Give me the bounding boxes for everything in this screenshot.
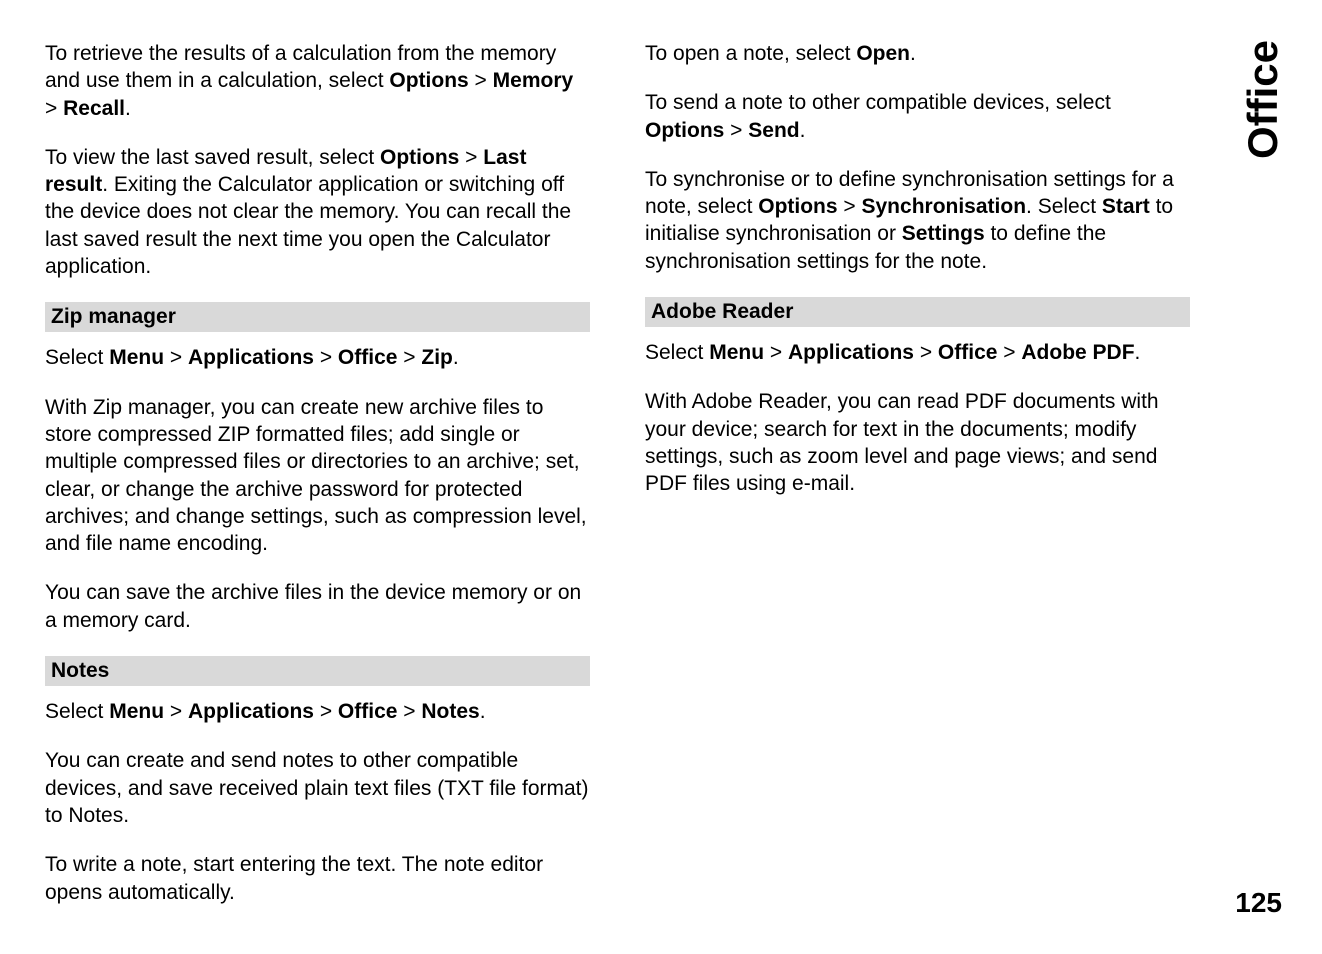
text: > bbox=[724, 119, 748, 142]
calculator-recall-paragraph: To retrieve the results of a calculation… bbox=[45, 40, 590, 122]
zip-label: Zip bbox=[421, 346, 453, 369]
text: . bbox=[453, 346, 459, 369]
menu-label: Menu bbox=[109, 700, 164, 723]
notes-select-paragraph: Select Menu > Applications > Office > No… bbox=[45, 698, 590, 725]
zip-save-paragraph: You can save the archive files in the de… bbox=[45, 579, 590, 634]
text: Select bbox=[645, 341, 709, 364]
options-label: Options bbox=[380, 146, 459, 169]
text: Select bbox=[45, 700, 109, 723]
right-column: To open a note, select Open. To send a n… bbox=[645, 40, 1190, 928]
applications-label: Applications bbox=[788, 341, 914, 364]
text: > bbox=[469, 69, 493, 92]
page-content: To retrieve the results of a calculation… bbox=[45, 40, 1277, 928]
settings-label: Settings bbox=[902, 222, 985, 245]
notes-write-paragraph: To write a note, start entering the text… bbox=[45, 851, 590, 906]
text: . bbox=[800, 119, 806, 142]
options-label: Options bbox=[389, 69, 468, 92]
text: Select bbox=[45, 346, 109, 369]
text: . bbox=[480, 700, 486, 723]
office-label: Office bbox=[338, 700, 398, 723]
sync-note-paragraph: To synchronise or to define synchronisat… bbox=[645, 166, 1190, 275]
calculator-lastresult-paragraph: To view the last saved result, select Op… bbox=[45, 144, 590, 280]
notes-header: Notes bbox=[45, 656, 590, 686]
options-label: Options bbox=[758, 195, 837, 218]
adobe-description-paragraph: With Adobe Reader, you can read PDF docu… bbox=[645, 388, 1190, 497]
notes-description-paragraph: You can create and send notes to other c… bbox=[45, 747, 590, 829]
text: . bbox=[125, 97, 131, 120]
text: To open a note, select bbox=[645, 42, 856, 65]
text: . bbox=[910, 42, 916, 65]
left-column: To retrieve the results of a calculation… bbox=[45, 40, 590, 928]
menu-label: Menu bbox=[709, 341, 764, 364]
zip-manager-header: Zip manager bbox=[45, 302, 590, 332]
options-label: Options bbox=[645, 119, 724, 142]
start-label: Start bbox=[1102, 195, 1150, 218]
text: > bbox=[764, 341, 788, 364]
text: > bbox=[45, 97, 63, 120]
text: To send a note to other compatible devic… bbox=[645, 91, 1111, 114]
text: > bbox=[914, 341, 938, 364]
adobe-reader-header: Adobe Reader bbox=[645, 297, 1190, 327]
text: > bbox=[314, 346, 338, 369]
zip-description-paragraph: With Zip manager, you can create new arc… bbox=[45, 394, 590, 558]
synchronisation-label: Synchronisation bbox=[862, 195, 1027, 218]
recall-label: Recall bbox=[63, 97, 125, 120]
office-label: Office bbox=[938, 341, 998, 364]
text: . Exiting the Calculator application or … bbox=[45, 173, 571, 278]
text: . bbox=[1135, 341, 1141, 364]
menu-label: Menu bbox=[109, 346, 164, 369]
text: > bbox=[397, 346, 421, 369]
notes-label: Notes bbox=[421, 700, 479, 723]
open-label: Open bbox=[856, 42, 910, 65]
open-note-paragraph: To open a note, select Open. bbox=[645, 40, 1190, 67]
adobe-pdf-label: Adobe PDF bbox=[1021, 341, 1134, 364]
send-note-paragraph: To send a note to other compatible devic… bbox=[645, 89, 1190, 144]
office-label: Office bbox=[338, 346, 398, 369]
adobe-select-paragraph: Select Menu > Applications > Office > Ad… bbox=[645, 339, 1190, 366]
text: > bbox=[459, 146, 483, 169]
text: > bbox=[314, 700, 338, 723]
memory-label: Memory bbox=[493, 69, 574, 92]
text: . Select bbox=[1026, 195, 1102, 218]
zip-select-paragraph: Select Menu > Applications > Office > Zi… bbox=[45, 344, 590, 371]
applications-label: Applications bbox=[188, 346, 314, 369]
page-number: 125 bbox=[1235, 887, 1282, 919]
text: > bbox=[164, 346, 188, 369]
text: > bbox=[397, 700, 421, 723]
text: To view the last saved result, select bbox=[45, 146, 380, 169]
text: > bbox=[164, 700, 188, 723]
side-tab-label: Office bbox=[1239, 40, 1287, 159]
send-label: Send bbox=[748, 119, 799, 142]
applications-label: Applications bbox=[188, 700, 314, 723]
text: > bbox=[997, 341, 1021, 364]
text: > bbox=[838, 195, 862, 218]
